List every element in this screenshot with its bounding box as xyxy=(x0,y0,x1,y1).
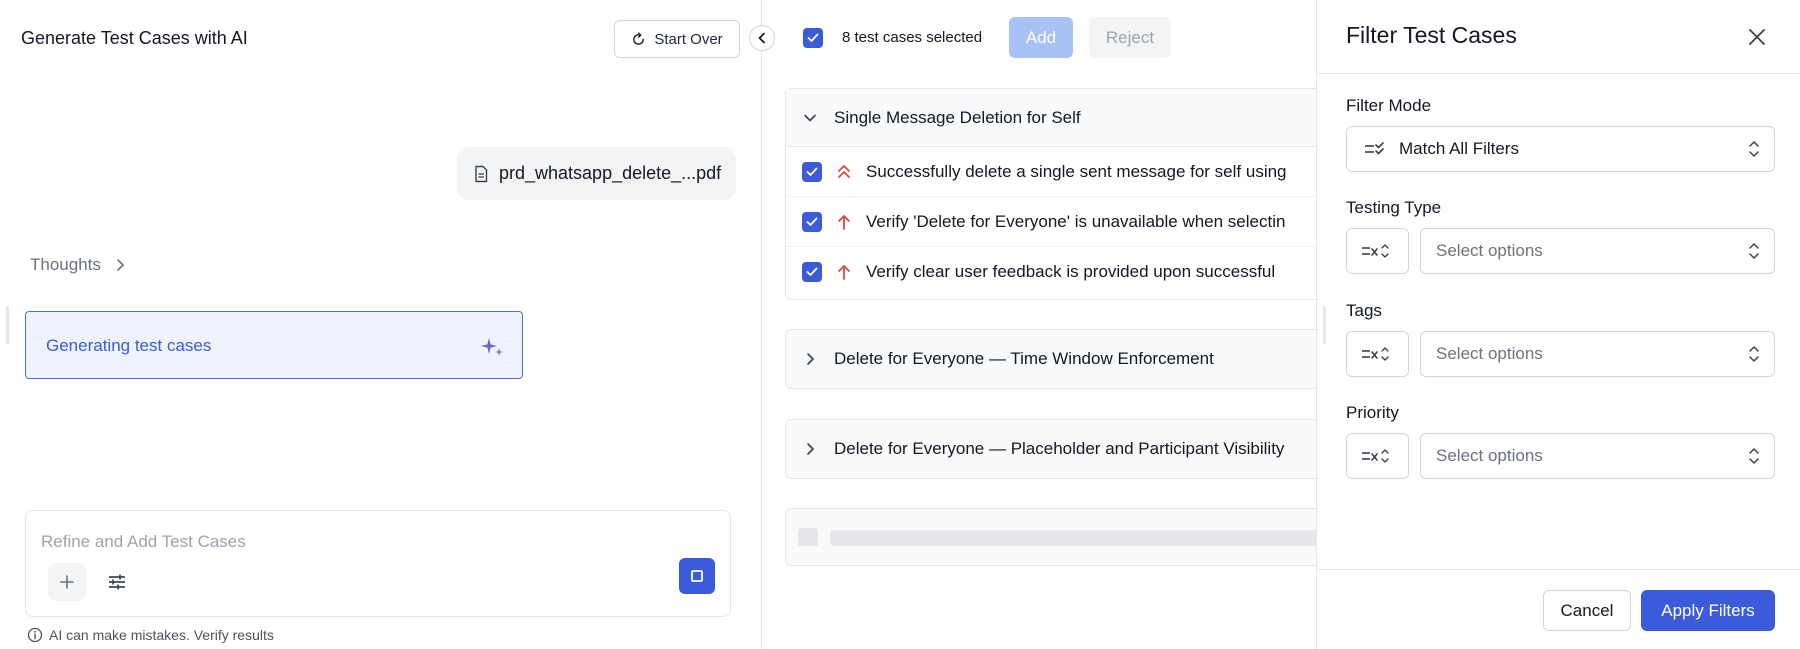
group-header[interactable]: Delete for Everyone — Placeholder and Pa… xyxy=(786,420,1316,478)
start-over-label: Start Over xyxy=(654,30,723,48)
collapse-panel-button[interactable] xyxy=(749,25,775,51)
filter-mode-icon xyxy=(1361,449,1389,463)
chevron-up-down-icon xyxy=(1749,243,1759,259)
resize-handle-left[interactable] xyxy=(6,306,9,344)
generating-status-card: Generating test cases xyxy=(25,311,523,379)
select-all-checkbox[interactable] xyxy=(803,28,823,48)
close-icon xyxy=(1749,29,1765,45)
sparkles-icon xyxy=(481,338,503,356)
test-case-title: Verify clear user feedback is provided u… xyxy=(866,262,1276,281)
chevron-right-icon xyxy=(117,259,124,271)
chevron-up-down-icon xyxy=(1749,448,1759,464)
filter-mode-icon xyxy=(1361,244,1389,258)
priority-mode-toggle[interactable] xyxy=(1346,433,1409,479)
divider xyxy=(1317,569,1800,570)
settings-button[interactable] xyxy=(98,563,136,601)
filter-mode-select[interactable]: Match All Filters xyxy=(1346,126,1775,172)
reject-button[interactable]: Reject xyxy=(1089,17,1171,58)
skeleton-bar xyxy=(830,530,1316,546)
test-case-group: Single Message Deletion for Self Success… xyxy=(785,88,1316,300)
add-button[interactable]: Add xyxy=(1009,17,1073,58)
filter-mode-icon xyxy=(1361,347,1389,361)
test-case-group: Delete for Everyone — Placeholder and Pa… xyxy=(785,419,1316,479)
refine-composer[interactable]: Refine and Add Test Cases xyxy=(25,510,731,617)
test-case-row[interactable]: Verify 'Delete for Everyone' is unavaila… xyxy=(786,197,1316,247)
arrow-up-icon xyxy=(838,214,850,230)
test-case-results-panel: 8 test cases selected Add Reject Single … xyxy=(763,0,1316,649)
skeleton-checkbox xyxy=(798,528,818,546)
group-title: Single Message Deletion for Self xyxy=(834,107,1081,127)
tags-mode-toggle[interactable] xyxy=(1346,331,1409,377)
priority-label: Priority xyxy=(1346,403,1399,422)
info-icon xyxy=(27,627,43,643)
testing-type-mode-toggle[interactable] xyxy=(1346,228,1409,274)
testing-type-placeholder: Select options xyxy=(1436,241,1543,260)
priority-select[interactable]: Select options xyxy=(1420,433,1775,479)
chevron-right-icon xyxy=(807,353,814,365)
test-case-checkbox[interactable] xyxy=(802,262,822,282)
tags-select[interactable]: Select options xyxy=(1420,331,1775,377)
composer-placeholder: Refine and Add Test Cases xyxy=(41,532,246,551)
document-icon xyxy=(475,165,488,182)
chevron-right-icon xyxy=(807,443,814,455)
group-header[interactable]: Delete for Everyone — Time Window Enforc… xyxy=(786,330,1316,388)
ai-disclaimer: AI can make mistakes. Verify results xyxy=(27,627,274,643)
list-check-icon xyxy=(1365,142,1384,155)
attached-file-chip[interactable]: prd_whatsapp_delete_...pdf xyxy=(457,147,736,200)
tags-label: Tags xyxy=(1346,301,1382,320)
attach-button[interactable] xyxy=(48,563,86,601)
testing-type-select[interactable]: Select options xyxy=(1420,228,1775,274)
disclaimer-text: AI can make mistakes. Verify results xyxy=(49,627,274,643)
double-chevron-up-icon xyxy=(838,164,850,178)
tags-placeholder: Select options xyxy=(1436,344,1543,363)
group-title: Delete for Everyone — Time Window Enforc… xyxy=(834,349,1214,368)
priority-placeholder: Select options xyxy=(1436,446,1543,465)
generating-label: Generating test cases xyxy=(46,336,212,355)
thoughts-label: Thoughts xyxy=(30,255,101,274)
check-icon xyxy=(806,267,818,276)
refresh-icon xyxy=(633,31,645,45)
start-over-button[interactable]: Start Over xyxy=(614,20,740,58)
test-case-checkbox[interactable] xyxy=(802,211,822,232)
sliders-icon xyxy=(109,574,125,590)
test-case-checkbox[interactable] xyxy=(802,161,822,182)
group-header[interactable]: Single Message Deletion for Self xyxy=(786,89,1316,147)
filter-drawer: Filter Test Cases Filter Mode Match All … xyxy=(1316,0,1800,649)
divider xyxy=(1317,73,1800,74)
check-icon xyxy=(807,33,819,42)
plus-icon xyxy=(60,575,74,589)
chevron-down-icon xyxy=(804,114,816,121)
group-title: Delete for Everyone — Placeholder and Pa… xyxy=(834,439,1285,458)
chevron-left-icon xyxy=(758,32,765,44)
ai-generation-panel: Generate Test Cases with AI Start Over p… xyxy=(0,0,762,649)
resize-handle-right[interactable] xyxy=(1323,306,1326,344)
cancel-button[interactable]: Cancel xyxy=(1543,590,1631,631)
filter-mode-value: Match All Filters xyxy=(1399,139,1519,158)
test-case-row[interactable]: Verify clear user feedback is provided u… xyxy=(786,247,1316,297)
apply-filters-button[interactable]: Apply Filters xyxy=(1641,590,1775,631)
chevron-up-down-icon xyxy=(1749,346,1759,362)
thoughts-toggle[interactable]: Thoughts xyxy=(30,255,125,275)
test-case-title: Verify 'Delete for Everyone' is unavaila… xyxy=(866,211,1286,231)
drawer-title: Filter Test Cases xyxy=(1346,22,1517,48)
check-icon xyxy=(806,217,818,226)
selected-count: 8 test cases selected xyxy=(842,29,983,46)
testing-type-label: Testing Type xyxy=(1346,198,1442,217)
stop-icon xyxy=(691,570,703,582)
file-name: prd_whatsapp_delete_...pdf xyxy=(499,163,722,183)
filter-mode-label: Filter Mode xyxy=(1346,96,1432,115)
loading-skeleton xyxy=(785,508,1316,566)
test-case-title: Successfully delete a single sent messag… xyxy=(866,161,1287,181)
check-icon xyxy=(806,167,818,176)
chevron-up-down-icon xyxy=(1749,141,1759,157)
arrow-up-icon xyxy=(838,265,850,280)
close-drawer-button[interactable] xyxy=(1745,25,1769,49)
panel-title: Generate Test Cases with AI xyxy=(21,28,248,48)
test-case-group: Delete for Everyone — Time Window Enforc… xyxy=(785,329,1316,389)
stop-generation-button[interactable] xyxy=(679,558,715,594)
test-case-row[interactable]: Successfully delete a single sent messag… xyxy=(786,147,1316,197)
